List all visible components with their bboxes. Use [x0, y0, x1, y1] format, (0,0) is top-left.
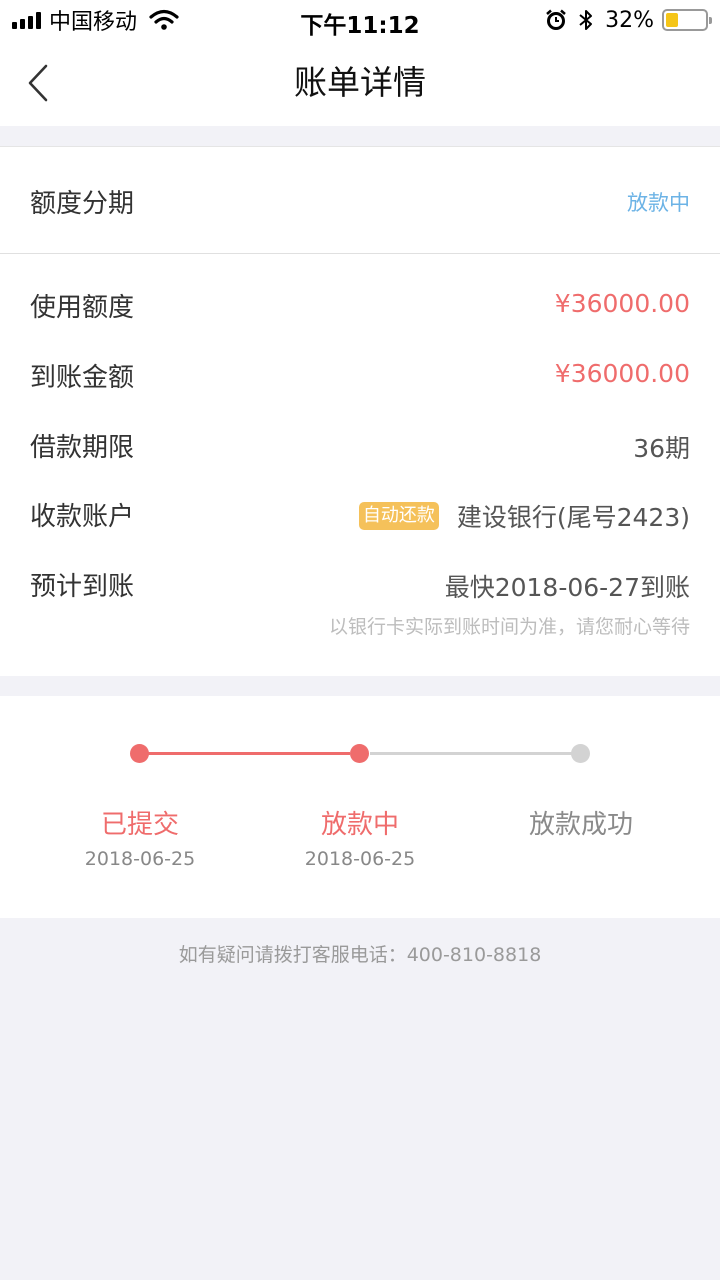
detail-row-credit-used: 使用额度 ¥36000.00: [0, 287, 720, 327]
arrival-note: 以银行卡实际到账时间为准，请您耐心等待: [328, 616, 690, 638]
auto-repay-badge: 自动还款: [358, 502, 439, 530]
detail-label: 借款期限: [30, 433, 135, 463]
nav-bar: 账单详情: [0, 40, 720, 126]
detail-row-receiving-account: 收款账户 自动还款 建设银行(尾号2423): [0, 496, 720, 536]
detail-value: ¥36000.00: [554, 289, 690, 318]
progress-line-pending: [370, 752, 572, 755]
detail-row-expected-arrival: 预计到账 最快2018-06-27到账: [0, 566, 720, 606]
alarm-icon: [546, 9, 566, 30]
step-date-submitted: 2018-06-25: [84, 848, 196, 870]
bill-status-label: 放款中: [627, 191, 690, 215]
detail-row-loan-term: 借款期限 36期: [0, 427, 720, 467]
account-value: 自动还款 建设银行(尾号2423): [358, 498, 690, 534]
step-title-disbursing: 放款中: [320, 810, 399, 840]
step-date-disbursing: 2018-06-25: [304, 848, 416, 870]
progress-card: 已提交 2018-06-25 放款中 2018-06-25 放款成功: [0, 696, 720, 918]
detail-label: 使用额度: [30, 293, 135, 323]
detail-label: 收款账户: [30, 502, 135, 532]
bill-detail-card: 额度分期 放款中 使用额度 ¥36000.00 到账金额 ¥36000.00 借…: [0, 146, 720, 676]
progress-line-done: [148, 752, 350, 755]
bank-account-text: 建设银行(尾号2423): [456, 503, 690, 532]
progress-dot-success: [571, 744, 590, 763]
page-title: 账单详情: [294, 63, 426, 102]
battery-icon: [662, 9, 712, 31]
battery-percent: 32%: [605, 7, 654, 33]
bill-type-row: 额度分期 放款中: [0, 147, 720, 254]
detail-value: 36期: [633, 434, 690, 463]
status-bar: 中国移动 下午11:12 32%: [0, 0, 720, 40]
detail-row-amount-received: 到账金额 ¥36000.00: [0, 357, 720, 397]
customer-service-hotline[interactable]: 如有疑问请拨打客服电话：400-810-8818: [0, 940, 720, 967]
step-title-submitted: 已提交: [100, 810, 179, 840]
bluetooth-icon: [579, 10, 593, 30]
progress-dot-submitted: [130, 744, 149, 763]
detail-value: 最快2018-06-27到账: [444, 573, 690, 602]
bill-type-label: 额度分期: [30, 189, 135, 219]
detail-value: ¥36000.00: [554, 359, 690, 388]
step-title-success: 放款成功: [528, 810, 633, 840]
detail-label: 预计到账: [30, 572, 135, 602]
progress-dot-disbursing: [350, 744, 369, 763]
detail-label: 到账金额: [30, 363, 135, 393]
